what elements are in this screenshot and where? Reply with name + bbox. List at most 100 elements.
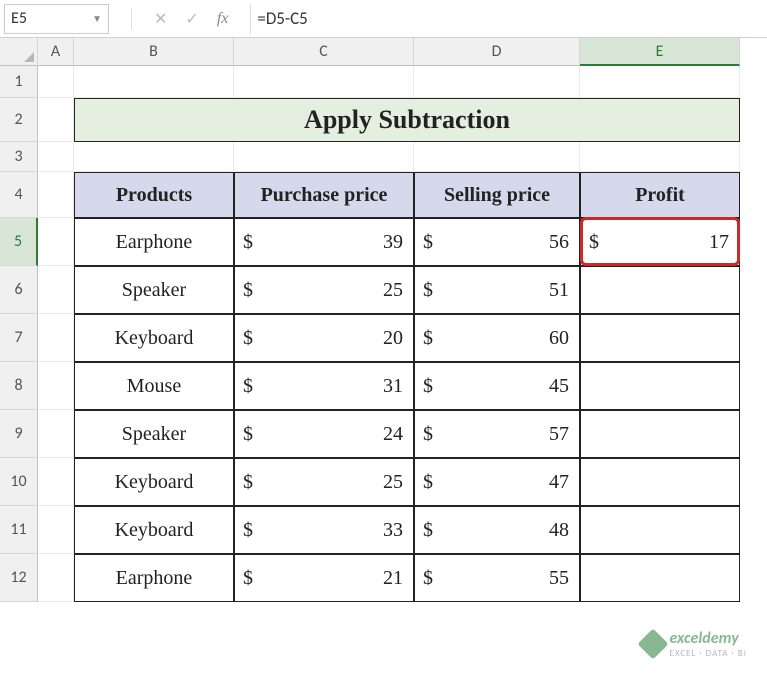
currency-symbol: $ (241, 231, 253, 254)
cell-product[interactable]: Earphone (74, 554, 234, 602)
row-header-4[interactable]: 4 (0, 172, 38, 218)
cell-selling[interactable]: $55 (414, 554, 580, 602)
grid[interactable]: Apply Subtraction Products Purchase pric… (38, 66, 767, 602)
cell[interactable] (38, 458, 74, 506)
cell-product[interactable]: Keyboard (74, 506, 234, 554)
cell[interactable] (580, 142, 740, 172)
cell-profit[interactable]: $17 (580, 218, 740, 266)
cell-purchase[interactable]: $25 (234, 458, 414, 506)
row-header-11[interactable]: 11 (0, 506, 38, 554)
cell-product[interactable]: Speaker (74, 410, 234, 458)
cell[interactable] (74, 142, 234, 172)
row-header-8[interactable]: 8 (0, 362, 38, 410)
fx-icon[interactable]: fx (217, 10, 229, 28)
cell[interactable] (234, 142, 414, 172)
cell-value: 25 (383, 279, 407, 302)
currency-symbol: $ (421, 423, 433, 446)
cell-value: 20 (383, 327, 407, 350)
row-header-12[interactable]: 12 (0, 554, 38, 602)
cell[interactable] (38, 172, 74, 218)
cell-selling[interactable]: $51 (414, 266, 580, 314)
cancel-icon[interactable]: ✕ (154, 9, 167, 29)
cell[interactable] (38, 142, 74, 172)
cell-profit[interactable] (580, 314, 740, 362)
cell-purchase[interactable]: $39 (234, 218, 414, 266)
cell[interactable] (74, 66, 234, 98)
cell-value: 17 (709, 231, 733, 254)
cell[interactable] (38, 362, 74, 410)
table-row: Earphone$39$56$17 (38, 218, 767, 266)
cell-selling[interactable]: $57 (414, 410, 580, 458)
row-header-5[interactable]: 5 (0, 218, 38, 266)
col-header-c[interactable]: C (234, 38, 414, 66)
cell-profit[interactable] (580, 506, 740, 554)
cell-profit[interactable] (580, 410, 740, 458)
formula-bar-buttons: ✕ ✓ fx (113, 8, 250, 30)
cell-purchase[interactable]: $25 (234, 266, 414, 314)
cell-profit[interactable] (580, 266, 740, 314)
currency-symbol: $ (421, 375, 433, 398)
cell-profit[interactable] (580, 458, 740, 506)
cell-value: 60 (549, 327, 573, 350)
cell[interactable] (38, 218, 74, 266)
header-selling[interactable]: Selling price (414, 172, 580, 218)
cell[interactable] (234, 66, 414, 98)
title-cell[interactable]: Apply Subtraction (74, 98, 740, 142)
cell-product[interactable]: Earphone (74, 218, 234, 266)
cell-profit[interactable] (580, 554, 740, 602)
table-row: Keyboard$33$48 (38, 506, 767, 554)
cell-selling[interactable]: $48 (414, 506, 580, 554)
cell-product[interactable]: Mouse (74, 362, 234, 410)
cell-purchase[interactable]: $21 (234, 554, 414, 602)
col-header-d[interactable]: D (414, 38, 580, 66)
cell-product[interactable]: Keyboard (74, 314, 234, 362)
col-header-e[interactable]: E (580, 38, 740, 66)
cell-product[interactable]: Speaker (74, 266, 234, 314)
formula-bar: E5 ▼ ✕ ✓ fx =D5-C5 (0, 0, 767, 38)
cell[interactable] (38, 506, 74, 554)
cell[interactable] (414, 142, 580, 172)
row-header-2[interactable]: 2 (0, 98, 38, 142)
header-purchase[interactable]: Purchase price (234, 172, 414, 218)
enter-icon[interactable]: ✓ (185, 9, 198, 29)
cell[interactable] (38, 98, 74, 142)
cell[interactable] (38, 266, 74, 314)
cell-value: 48 (549, 519, 573, 542)
row-header-6[interactable]: 6 (0, 266, 38, 314)
formula-input[interactable]: =D5-C5 (250, 4, 767, 34)
cell-product[interactable]: Keyboard (74, 458, 234, 506)
row-header-9[interactable]: 9 (0, 410, 38, 458)
cell-purchase[interactable]: $24 (234, 410, 414, 458)
row-header-1[interactable]: 1 (0, 66, 38, 98)
currency-symbol: $ (587, 231, 599, 254)
header-profit[interactable]: Profit (580, 172, 740, 218)
cell-selling[interactable]: $56 (414, 218, 580, 266)
row-header-10[interactable]: 10 (0, 458, 38, 506)
col-header-b[interactable]: B (74, 38, 234, 66)
name-box[interactable]: E5 ▼ (4, 4, 109, 34)
cell[interactable] (414, 66, 580, 98)
cell-profit[interactable] (580, 362, 740, 410)
cell-purchase[interactable]: $31 (234, 362, 414, 410)
row-header-7[interactable]: 7 (0, 314, 38, 362)
row-header-3[interactable]: 3 (0, 142, 38, 172)
currency-symbol: $ (421, 567, 433, 590)
cell-selling[interactable]: $47 (414, 458, 580, 506)
cell[interactable] (38, 410, 74, 458)
cell-value: 57 (549, 423, 573, 446)
name-box-dropdown-icon[interactable]: ▼ (92, 12, 102, 25)
cell-purchase[interactable]: $33 (234, 506, 414, 554)
cell-purchase[interactable]: $20 (234, 314, 414, 362)
cell[interactable] (38, 66, 74, 98)
cell-selling[interactable]: $60 (414, 314, 580, 362)
cell[interactable] (38, 314, 74, 362)
watermark-tag: EXCEL · DATA · BI (670, 648, 747, 659)
cell-selling[interactable]: $45 (414, 362, 580, 410)
currency-symbol: $ (241, 279, 253, 302)
separator (131, 8, 132, 30)
cell[interactable] (580, 66, 740, 98)
select-all-corner[interactable] (0, 38, 38, 66)
header-products[interactable]: Products (74, 172, 234, 218)
col-header-a[interactable]: A (38, 38, 74, 66)
cell[interactable] (38, 554, 74, 602)
